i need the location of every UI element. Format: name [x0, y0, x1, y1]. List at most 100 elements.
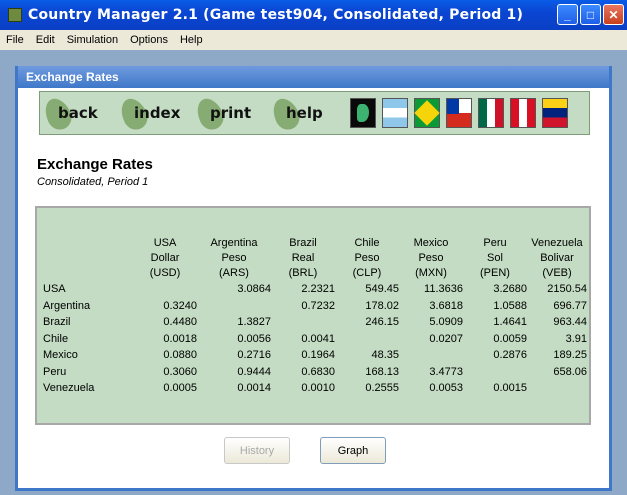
window-titlebar[interactable]: Country Manager 2.1 (Game test904, Conso… — [0, 0, 627, 30]
row-label: USA — [43, 283, 66, 296]
history-button[interactable]: History — [224, 437, 290, 464]
row-label: Peru — [43, 365, 67, 378]
peru-flag-icon[interactable] — [510, 98, 536, 128]
column-header-usd: USA Dollar (USD) — [133, 236, 197, 281]
table-cell: 48.35 — [371, 349, 399, 362]
table-cell: 549.45 — [365, 283, 399, 296]
table-cell: 3.4773 — [429, 365, 463, 378]
exchange-rate-panel: USA Dollar (USD) Argentina Peso (ARS) Br… — [35, 206, 591, 425]
table-cell — [335, 331, 399, 348]
table-cell: 0.2716 — [237, 349, 271, 362]
table-cell: 1.4641 — [493, 316, 527, 329]
graph-button[interactable]: Graph — [320, 437, 386, 464]
menu-help[interactable]: Help — [174, 34, 209, 46]
world-map-icon[interactable] — [350, 98, 376, 128]
close-button[interactable]: ✕ — [603, 4, 624, 25]
col-code: (PEN) — [480, 267, 510, 279]
page-title: Exchange Rates — [37, 156, 153, 173]
column-header-clp: Chile Peso (CLP) — [335, 236, 399, 281]
row-label: Chile — [43, 332, 69, 345]
minimize-button[interactable]: _ — [557, 4, 578, 25]
menu-file[interactable]: File — [0, 34, 30, 46]
menu-simulation[interactable]: Simulation — [61, 34, 124, 46]
col-currency: Dollar — [150, 252, 180, 264]
col-country: Peru — [483, 237, 507, 249]
col-country: Brazil — [289, 237, 317, 249]
col-country: Argentina — [210, 237, 258, 249]
table-cell: 0.0053 — [429, 382, 463, 395]
col-currency: Bolivar — [540, 252, 574, 264]
help-button[interactable]: help — [268, 94, 344, 134]
table-cell: 1.0588 — [493, 299, 527, 312]
table-header-row: USA Dollar (USD) Argentina Peso (ARS) Br… — [43, 236, 587, 281]
table-cell — [527, 380, 587, 397]
table-cell: 3.6818 — [429, 299, 463, 312]
table-row: Peru 0.3060 0.9444 0.6830 168.13 3.4773 … — [43, 364, 587, 381]
table-cell — [463, 364, 527, 381]
table-cell: 5.0909 — [429, 316, 463, 329]
chile-flag-icon[interactable] — [446, 98, 472, 128]
print-button[interactable]: print — [192, 94, 268, 134]
dialog-title: Exchange Rates — [18, 66, 609, 88]
table-cell: 0.7232 — [301, 299, 335, 312]
col-code: (MXN) — [415, 267, 447, 279]
col-country: Chile — [354, 237, 380, 249]
column-header-pen: Peru Sol (PEN) — [463, 236, 527, 281]
exchange-rates-dialog: Exchange Rates back index print help Exc… — [15, 66, 612, 491]
app-icon — [8, 8, 22, 22]
back-label: back — [58, 104, 98, 122]
maximize-button[interactable]: □ — [580, 4, 601, 25]
table-cell: 0.6830 — [301, 365, 335, 378]
row-label: Venezuela — [43, 382, 95, 395]
table-cell: 0.0015 — [493, 382, 527, 395]
col-currency: Peso — [221, 252, 247, 264]
table-cell: 0.0059 — [493, 332, 527, 345]
row-label: Argentina — [43, 299, 91, 312]
mexico-flag-icon[interactable] — [478, 98, 504, 128]
back-button[interactable]: back — [40, 94, 116, 134]
table-row: Argentina 0.3240 0.7232 178.02 3.6818 1.… — [43, 298, 587, 315]
table-cell: 0.0041 — [301, 332, 335, 345]
table-cell: 0.2555 — [365, 382, 399, 395]
col-currency: Peso — [354, 252, 380, 264]
table-cell: 0.0014 — [237, 382, 271, 395]
table-cell: 963.44 — [553, 316, 587, 329]
menu-options[interactable]: Options — [124, 34, 174, 46]
col-code: (BRL) — [288, 267, 318, 279]
venezuela-flag-icon[interactable] — [542, 98, 568, 128]
column-header-mxn: Mexico Peso (MXN) — [399, 236, 463, 281]
table-cell — [399, 347, 463, 364]
col-currency: Sol — [487, 252, 503, 264]
col-currency: Real — [291, 252, 315, 264]
table-cell: 11.3636 — [424, 283, 463, 296]
col-code: (VEB) — [542, 267, 572, 279]
col-code: (ARS) — [219, 267, 249, 279]
column-header-veb: Venezuela Bolivar (VEB) — [527, 236, 587, 281]
corner-cell — [43, 236, 133, 281]
help-label: help — [286, 104, 323, 122]
brazil-flag-icon[interactable] — [414, 98, 440, 128]
table-cell: 0.2876 — [493, 349, 527, 362]
col-country: USA — [153, 237, 177, 249]
table-cell: 696.77 — [553, 299, 587, 312]
row-label: Brazil — [43, 316, 71, 329]
row-label: Mexico — [43, 349, 78, 362]
argentina-flag-icon[interactable] — [382, 98, 408, 128]
table-cell: 0.4480 — [163, 316, 197, 329]
table-cell: 0.0018 — [163, 332, 197, 345]
table-cell — [271, 314, 335, 331]
menu-edit[interactable]: Edit — [30, 34, 61, 46]
table-row: Venezuela 0.0005 0.0014 0.0010 0.2555 0.… — [43, 380, 587, 397]
table-cell: 246.15 — [365, 316, 399, 329]
table-cell: 0.3060 — [163, 365, 197, 378]
table-cell: 3.2680 — [493, 283, 527, 296]
table-cell: 0.0880 — [163, 349, 197, 362]
table-cell: 1.3827 — [237, 316, 271, 329]
index-button[interactable]: index — [116, 94, 192, 134]
table-cell: 2.2321 — [301, 283, 335, 296]
table-row: Brazil 0.4480 1.3827 246.15 5.0909 1.464… — [43, 314, 587, 331]
navigation-banner: back index print help — [39, 91, 590, 135]
column-header-ars: Argentina Peso (ARS) — [197, 236, 271, 281]
table-cell: 2150.54 — [547, 283, 587, 296]
col-country: Venezuela — [531, 237, 583, 249]
